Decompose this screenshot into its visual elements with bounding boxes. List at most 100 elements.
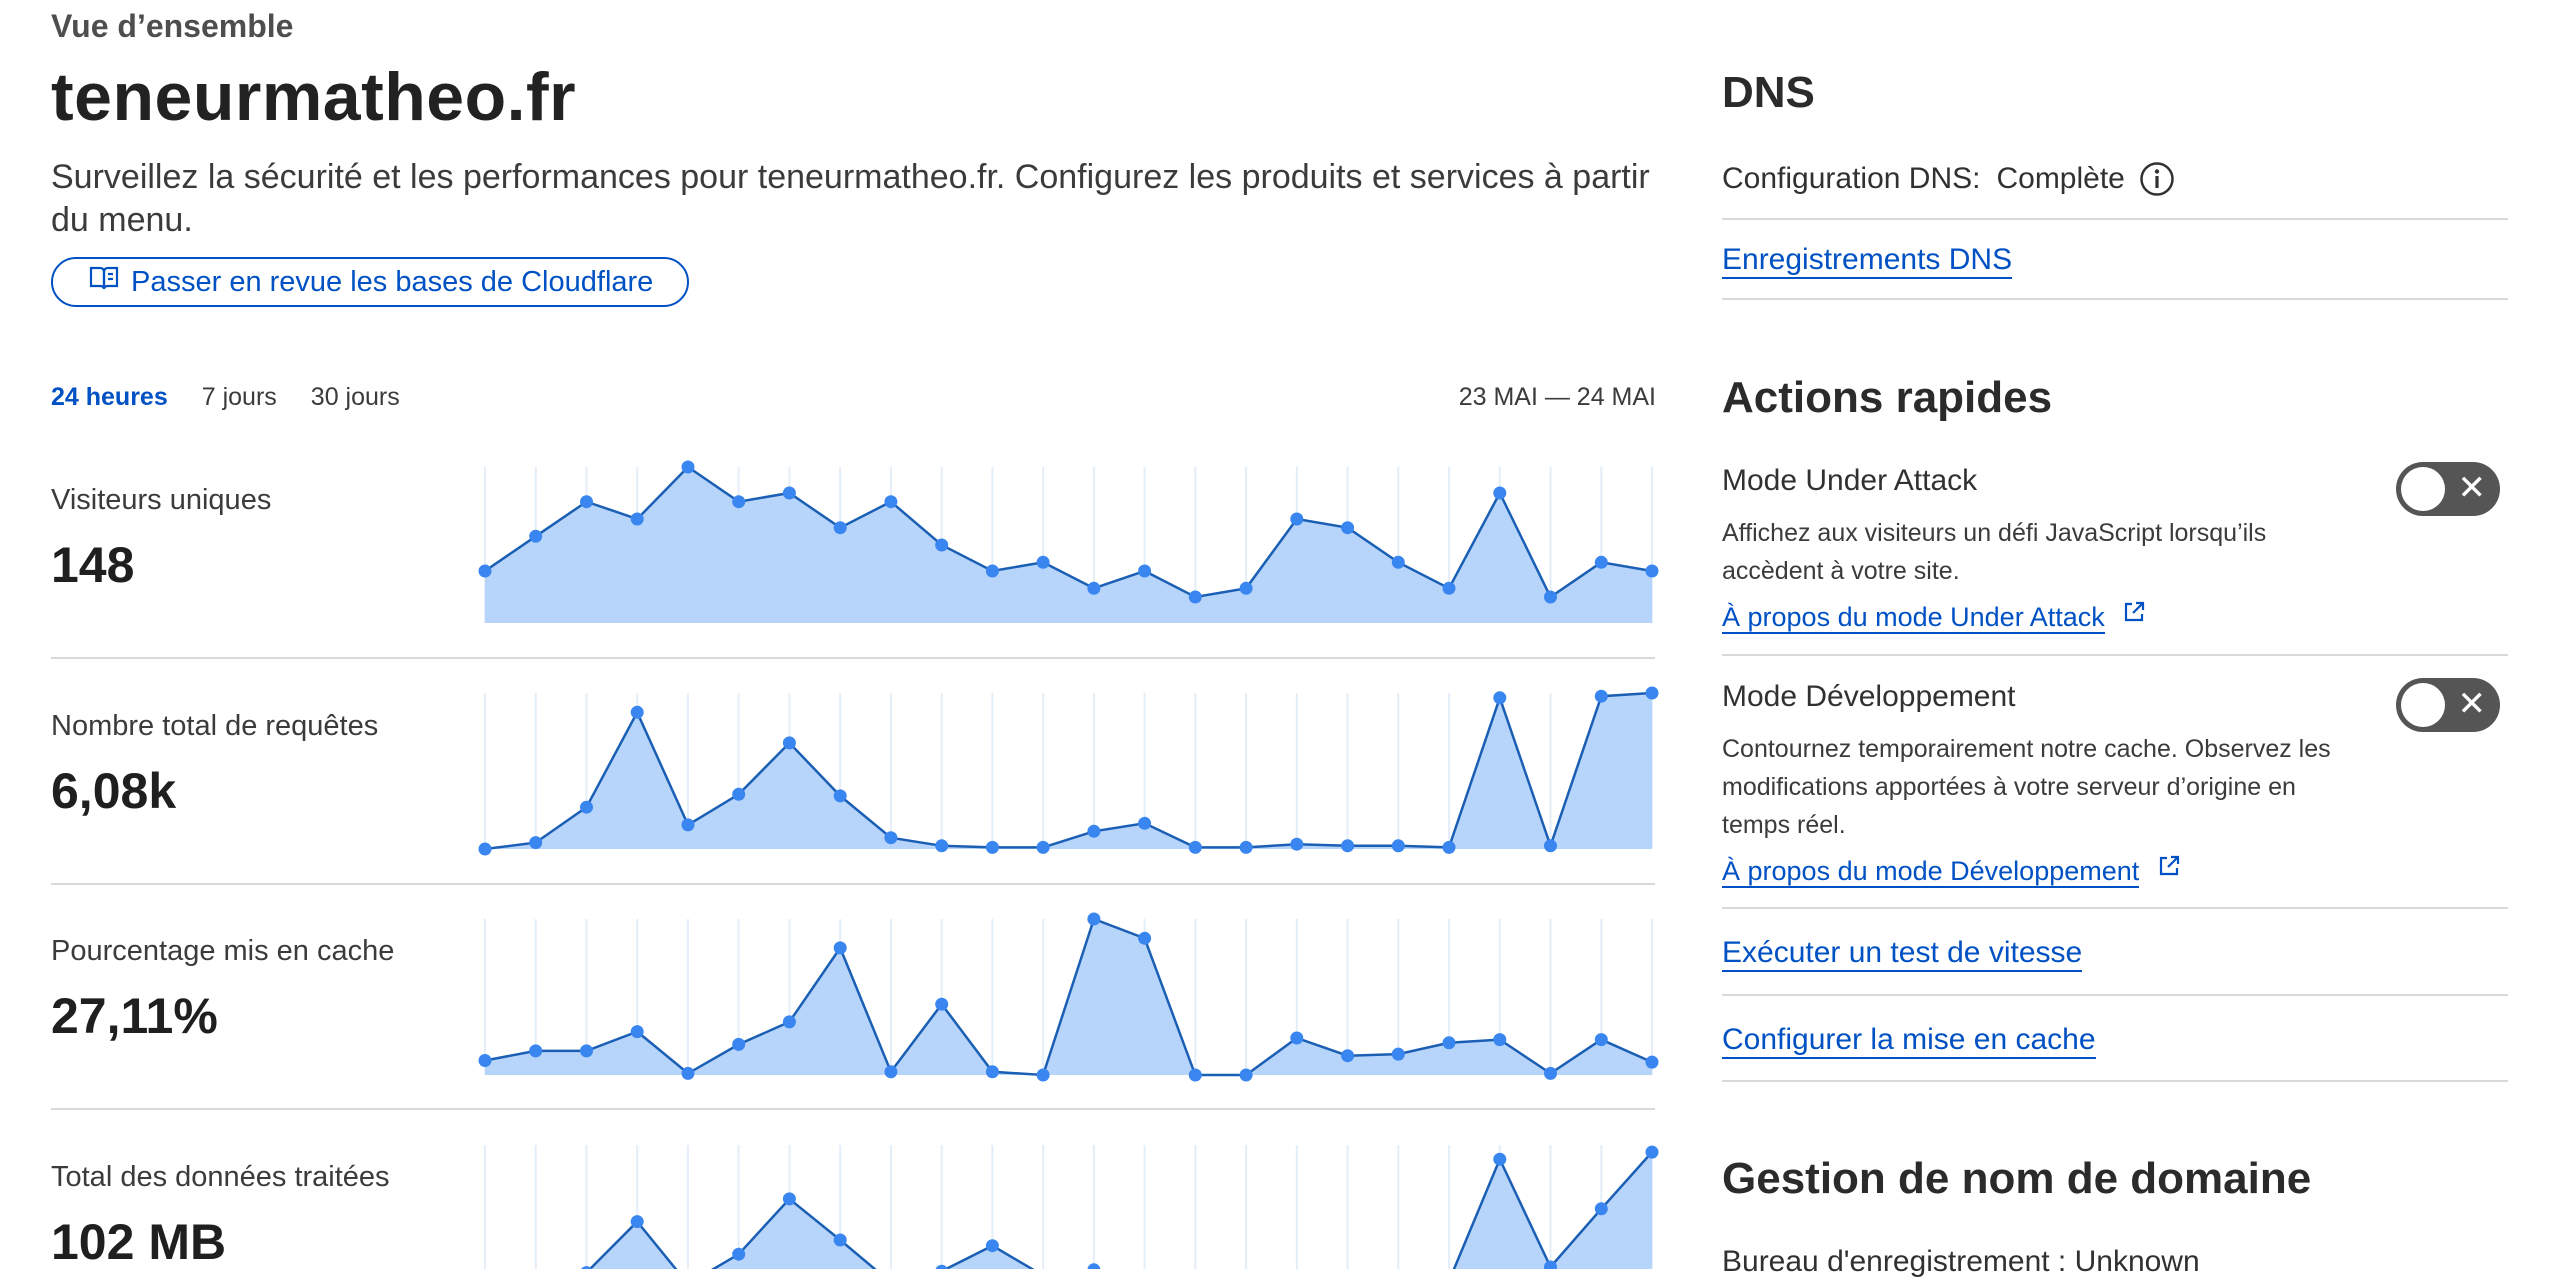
data-point[interactable] — [681, 460, 695, 474]
info-icon[interactable] — [2139, 161, 2175, 197]
data-point[interactable] — [1087, 581, 1101, 595]
data-point[interactable] — [1036, 840, 1050, 854]
data-point[interactable] — [833, 521, 847, 535]
data-point[interactable] — [1087, 1263, 1101, 1269]
data-point[interactable] — [1138, 931, 1152, 945]
under-attack-link-row: À propos du mode Under Attack — [1722, 600, 2146, 634]
data-point[interactable] — [580, 495, 593, 509]
data-point[interactable] — [935, 839, 949, 853]
data-point[interactable] — [1645, 564, 1659, 578]
data-point[interactable] — [1442, 581, 1456, 595]
data-point[interactable] — [681, 1066, 695, 1080]
data-point[interactable] — [833, 789, 847, 803]
data-point[interactable] — [529, 836, 543, 850]
data-point[interactable] — [833, 941, 847, 955]
data-point[interactable] — [985, 564, 999, 578]
data-point[interactable] — [1290, 1031, 1304, 1045]
data-point[interactable] — [1188, 1068, 1202, 1082]
dns-config-label: Configuration DNS: — [1722, 162, 1981, 195]
data-point[interactable] — [478, 564, 492, 578]
data-point[interactable] — [580, 800, 593, 814]
data-point[interactable] — [630, 512, 644, 526]
data-point[interactable] — [1594, 555, 1608, 569]
data-point[interactable] — [884, 495, 898, 509]
data-point[interactable] — [1341, 1049, 1355, 1063]
data-point[interactable] — [478, 1054, 492, 1067]
data-point[interactable] — [1341, 839, 1355, 853]
data-point[interactable] — [1341, 521, 1355, 535]
data-point[interactable] — [529, 529, 543, 543]
data-point[interactable] — [732, 1037, 746, 1051]
data-point[interactable] — [985, 840, 999, 854]
data-point[interactable] — [782, 1015, 796, 1029]
data-point[interactable] — [1594, 1202, 1608, 1216]
data-point[interactable] — [985, 1239, 999, 1253]
dns-heading: DNS — [1722, 68, 1815, 117]
data-point[interactable] — [833, 1233, 847, 1247]
data-point[interactable] — [1391, 555, 1405, 569]
data-point[interactable] — [1645, 686, 1659, 700]
data-point[interactable] — [1290, 837, 1304, 851]
data-point[interactable] — [478, 842, 492, 856]
data-point[interactable] — [580, 1044, 593, 1058]
data-point[interactable] — [884, 831, 898, 845]
data-point[interactable] — [1645, 1145, 1659, 1159]
data-point[interactable] — [1138, 564, 1152, 578]
data-point[interactable] — [1087, 912, 1101, 926]
under-attack-description: Affichez aux visiteurs un défi JavaScrip… — [1722, 519, 2267, 585]
data-point[interactable] — [782, 736, 796, 750]
data-point[interactable] — [1391, 839, 1405, 853]
data-point[interactable] — [935, 538, 949, 552]
under-attack-info-link[interactable]: À propos du mode Under Attack — [1722, 602, 2105, 634]
dev-mode-info-link[interactable]: À propos du mode Développement — [1722, 856, 2140, 888]
data-point[interactable] — [1493, 691, 1507, 705]
series-area — [485, 467, 1652, 623]
data-point[interactable] — [1442, 840, 1456, 854]
data-point[interactable] — [732, 495, 746, 509]
speed-test-link[interactable]: Exécuter un test de vitesse — [1722, 936, 2083, 972]
data-point[interactable] — [1239, 840, 1253, 854]
data-point[interactable] — [1493, 1152, 1507, 1166]
data-point[interactable] — [1544, 839, 1557, 853]
data-point[interactable] — [1188, 840, 1202, 854]
data-point[interactable] — [630, 705, 644, 719]
dns-records-link[interactable]: Enregistrements DNS — [1722, 243, 2013, 279]
data-point[interactable] — [935, 997, 949, 1011]
data-point[interactable] — [1594, 689, 1608, 703]
under-attack-toggle[interactable]: ✕ — [2396, 462, 2500, 516]
data-point[interactable] — [985, 1065, 999, 1079]
data-point[interactable] — [1036, 1068, 1050, 1082]
data-point[interactable] — [529, 1044, 543, 1058]
chart-cached-percent — [478, 912, 1659, 1082]
data-point[interactable] — [1594, 1033, 1608, 1047]
data-point[interactable] — [681, 818, 695, 832]
data-point[interactable] — [935, 1264, 948, 1269]
data-point[interactable] — [1036, 555, 1050, 569]
data-point[interactable] — [1239, 1068, 1253, 1082]
divider — [1722, 654, 2508, 656]
data-point[interactable] — [1544, 1066, 1557, 1080]
data-point[interactable] — [782, 1192, 796, 1206]
divider — [1722, 1080, 2508, 1082]
data-point[interactable] — [630, 1215, 644, 1229]
data-point[interactable] — [1239, 581, 1253, 595]
data-point[interactable] — [884, 1065, 898, 1079]
configure-caching-link[interactable]: Configurer la mise en cache — [1722, 1023, 2096, 1059]
data-point[interactable] — [630, 1025, 644, 1039]
data-point[interactable] — [1391, 1047, 1405, 1061]
data-point[interactable] — [1493, 486, 1507, 500]
data-point[interactable] — [732, 787, 746, 801]
data-point[interactable] — [1493, 1033, 1507, 1047]
divider — [1722, 994, 2508, 996]
data-point[interactable] — [1188, 590, 1202, 604]
data-point[interactable] — [1442, 1036, 1456, 1050]
data-point[interactable] — [1544, 590, 1557, 604]
data-point[interactable] — [1138, 816, 1152, 830]
data-point[interactable] — [1087, 824, 1101, 838]
toggle-knob — [2401, 683, 2445, 727]
data-point[interactable] — [1645, 1055, 1659, 1069]
dev-mode-toggle[interactable]: ✕ — [2396, 678, 2500, 732]
data-point[interactable] — [732, 1247, 746, 1261]
data-point[interactable] — [782, 486, 796, 500]
data-point[interactable] — [1290, 512, 1304, 526]
